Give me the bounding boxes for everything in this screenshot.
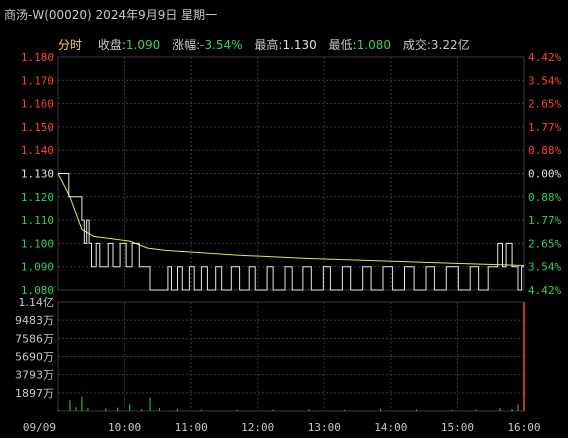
price-tick-label: 1.090: [21, 261, 54, 274]
price-tick-label: 1.110: [21, 214, 54, 227]
avg-price-line: [57, 173, 525, 266]
time-tick-label: 09/09: [23, 421, 56, 434]
volume-tick-label: 5690万: [15, 351, 54, 364]
time-tick-label: 16:00: [507, 421, 540, 434]
price-tick-label: 1.130: [21, 168, 54, 181]
pct-tick-label: 3.54%: [528, 74, 561, 87]
volume-tick-label: 9483万: [15, 314, 54, 327]
time-tick-label: 14:00: [374, 421, 407, 434]
price-tick-label: 1.160: [21, 98, 54, 111]
price-tick-label: 1.140: [21, 144, 54, 157]
volume-tick-label: 1897万: [15, 387, 54, 400]
pct-tick-label: 2.65%: [528, 98, 561, 111]
pct-tick-label: 0.00%: [528, 168, 561, 181]
volume-tick-label: 7586万: [15, 332, 54, 345]
pct-tick-label: 2.65%: [528, 237, 561, 250]
pct-tick-label: 1.77%: [528, 214, 561, 227]
pct-tick-label: 1.77%: [528, 121, 561, 134]
pct-tick-label: 4.42%: [528, 51, 561, 64]
pct-tick-label: 0.88%: [528, 144, 561, 157]
price-tick-label: 1.100: [21, 237, 54, 250]
time-tick-label: 11:00: [175, 421, 208, 434]
pct-tick-label: 0.88%: [528, 191, 561, 204]
pct-tick-label: 4.42%: [528, 284, 561, 297]
time-tick-label: 13:00: [308, 421, 341, 434]
volume-tick-label: 3793万: [15, 369, 54, 382]
time-tick-label: 15:00: [441, 421, 474, 434]
time-tick-label: 10:00: [108, 421, 141, 434]
price-tick-label: 1.150: [21, 121, 54, 134]
time-tick-label: 12:00: [241, 421, 274, 434]
volume-tick-label: 1.14亿: [19, 296, 55, 309]
price-tick-label: 1.170: [21, 74, 54, 87]
price-tick-label: 1.120: [21, 191, 54, 204]
price-tick-label: 1.180: [21, 51, 54, 64]
intraday-chart[interactable]: 1.180 4.42% 1.170 3.54% 1.160 2.65% 1.150 1.77%…: [0, 0, 568, 438]
pct-tick-label: 3.54%: [528, 261, 561, 274]
price-line: [58, 173, 524, 291]
